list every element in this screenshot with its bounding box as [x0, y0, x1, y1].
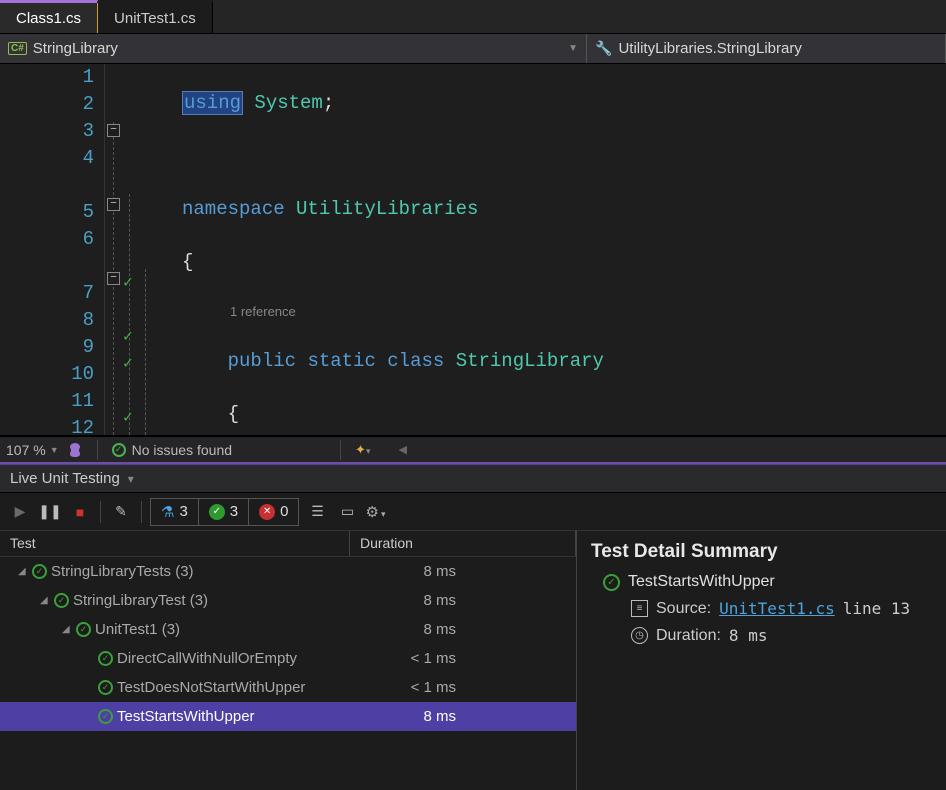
column-duration[interactable]: Duration: [350, 531, 576, 556]
member-dropdown-label: UtilityLibraries.StringLibrary: [618, 40, 801, 57]
test-name: DirectCallWithNullOrEmpty: [117, 650, 297, 667]
test-duration: 8 ms: [350, 621, 576, 638]
duration-value: 8 ms: [729, 626, 768, 645]
pass-icon: ✓: [209, 504, 225, 520]
test-name: TestDoesNotStartWithUpper: [117, 679, 305, 696]
pass-icon: ✓: [76, 622, 91, 637]
test-name: TestStartsWithUpper: [117, 708, 255, 725]
source-label: Source:: [656, 600, 711, 618]
flask-icon: ⚗: [161, 503, 174, 521]
test-row[interactable]: ◢ ✓ StringLibraryTests (3) 8 ms: [0, 557, 576, 586]
member-dropdown[interactable]: 🔧 UtilityLibraries.StringLibrary: [587, 34, 946, 63]
test-pass-icon: ✓: [123, 351, 133, 377]
error-indicator[interactable]: ✓ No issues found: [112, 442, 232, 458]
live-unit-testing-panel: Live Unit Testing ▾ ▶ ❚❚ ■ ✎ ⚗ 3 ✓ 3 ✕ 0…: [0, 464, 946, 790]
detail-view-button[interactable]: ▭: [335, 500, 359, 524]
code-area[interactable]: using System; namespace UtilityLibraries…: [180, 64, 946, 435]
test-filter-group: ⚗ 3 ✓ 3 ✕ 0: [150, 498, 299, 526]
test-name: StringLibraryTests (3): [51, 563, 194, 580]
scroll-left-icon[interactable]: ◀: [398, 443, 406, 456]
outlining-margin[interactable]: − − − ✓ ✓ ✓ ✓: [105, 64, 180, 435]
test-row[interactable]: ✓ TestStartsWithUpper 8 ms: [0, 702, 576, 731]
test-pass-icon: ✓: [123, 324, 133, 350]
tabs-row: Class1.cs UnitTest1.cs: [0, 0, 946, 34]
line-number-gutter: 1 2 3 4 x 5 6 x 7 8 9 10 11 12: [0, 64, 105, 435]
detail-heading: Test Detail Summary: [591, 541, 932, 563]
editor-status-bar: 107 %▼ ✓ No issues found ✦▾ ◀: [0, 436, 946, 464]
test-name: StringLibraryTest (3): [73, 592, 208, 609]
test-duration: 8 ms: [350, 708, 576, 725]
pass-icon: ✓: [98, 651, 113, 666]
collapse-toggle-icon[interactable]: −: [107, 272, 120, 285]
expander-icon[interactable]: ◢: [62, 624, 72, 635]
pass-icon: ✓: [54, 593, 69, 608]
chevron-down-icon: ▼: [568, 43, 578, 54]
detail-test-name: TestStartsWithUpper: [628, 573, 775, 591]
expander-icon[interactable]: ◢: [40, 595, 50, 606]
code-editor[interactable]: 1 2 3 4 x 5 6 x 7 8 9 10 11 12 − − − ✓ ✓…: [0, 64, 946, 436]
csharp-badge-icon: C#: [8, 42, 27, 55]
test-name: UnitTest1 (3): [95, 621, 180, 638]
column-test[interactable]: Test: [0, 531, 350, 556]
pass-icon: ✓: [603, 574, 620, 591]
test-detail-panel: Test Detail Summary ✓ TestStartsWithUppe…: [577, 531, 946, 790]
pass-icon: ✓: [98, 709, 113, 724]
intellicode-icon[interactable]: [67, 442, 83, 458]
expander-icon[interactable]: ◢: [18, 566, 28, 577]
wrench-icon: 🔧: [595, 40, 612, 57]
zoom-control[interactable]: 107 %▼: [6, 442, 59, 458]
pass-icon: ✓: [98, 680, 113, 695]
codelens-references[interactable]: 1 reference: [230, 299, 296, 325]
settings-button[interactable]: ⚙▾: [365, 503, 385, 521]
test-duration: 8 ms: [350, 563, 576, 580]
filter-passed[interactable]: ✓ 3: [199, 499, 249, 525]
test-duration: 8 ms: [350, 592, 576, 609]
type-dropdown-label: StringLibrary: [33, 40, 118, 57]
check-circle-icon: ✓: [112, 443, 126, 457]
clock-icon: ◷: [631, 627, 648, 644]
test-pass-icon: ✓: [123, 270, 133, 296]
stop-button[interactable]: ■: [68, 500, 92, 524]
filter-all[interactable]: ⚗ 3: [151, 499, 199, 525]
test-duration: < 1 ms: [350, 679, 576, 696]
duration-label: Duration:: [656, 627, 721, 645]
test-pass-icon: ✓: [123, 405, 133, 431]
filter-failed[interactable]: ✕ 0: [249, 499, 298, 525]
tab-label: UnitTest1.cs: [114, 10, 196, 27]
tab-class1[interactable]: Class1.cs: [0, 0, 98, 33]
pin-icon[interactable]: ▾: [128, 472, 134, 486]
pass-icon: ✓: [32, 564, 47, 579]
collapse-toggle-icon[interactable]: −: [107, 124, 120, 137]
source-link[interactable]: UnitTest1.cs: [719, 599, 835, 618]
editor-navbar: C# StringLibrary ▼ 🔧 UtilityLibraries.St…: [0, 34, 946, 64]
pause-button[interactable]: ❚❚: [38, 500, 62, 524]
cleanup-icon[interactable]: ✦▾: [355, 442, 370, 458]
play-button[interactable]: ▶: [8, 500, 32, 524]
panel-title-bar[interactable]: Live Unit Testing ▾: [0, 465, 946, 493]
list-view-button[interactable]: ☰: [305, 500, 329, 524]
tab-unittest1[interactable]: UnitTest1.cs: [98, 0, 213, 33]
type-dropdown[interactable]: C# StringLibrary ▼: [0, 34, 587, 63]
test-row[interactable]: ✓ DirectCallWithNullOrEmpty < 1 ms: [0, 644, 576, 673]
test-row[interactable]: ◢ ✓ UnitTest1 (3) 8 ms: [0, 615, 576, 644]
edit-playlist-button[interactable]: ✎: [109, 500, 133, 524]
document-icon: ≡: [631, 600, 648, 617]
test-tree: Test Duration ◢ ✓ StringLibraryTests (3) 8…: [0, 531, 577, 790]
test-row[interactable]: ◢ ✓ StringLibraryTest (3) 8 ms: [0, 586, 576, 615]
lut-toolbar: ▶ ❚❚ ■ ✎ ⚗ 3 ✓ 3 ✕ 0 ☰ ▭ ⚙▾: [0, 493, 946, 531]
tab-label: Class1.cs: [16, 10, 81, 27]
collapse-toggle-icon[interactable]: −: [107, 198, 120, 211]
test-duration: < 1 ms: [350, 650, 576, 667]
tree-header: Test Duration: [0, 531, 576, 557]
test-row[interactable]: ✓ TestDoesNotStartWithUpper < 1 ms: [0, 673, 576, 702]
fail-icon: ✕: [259, 504, 275, 520]
